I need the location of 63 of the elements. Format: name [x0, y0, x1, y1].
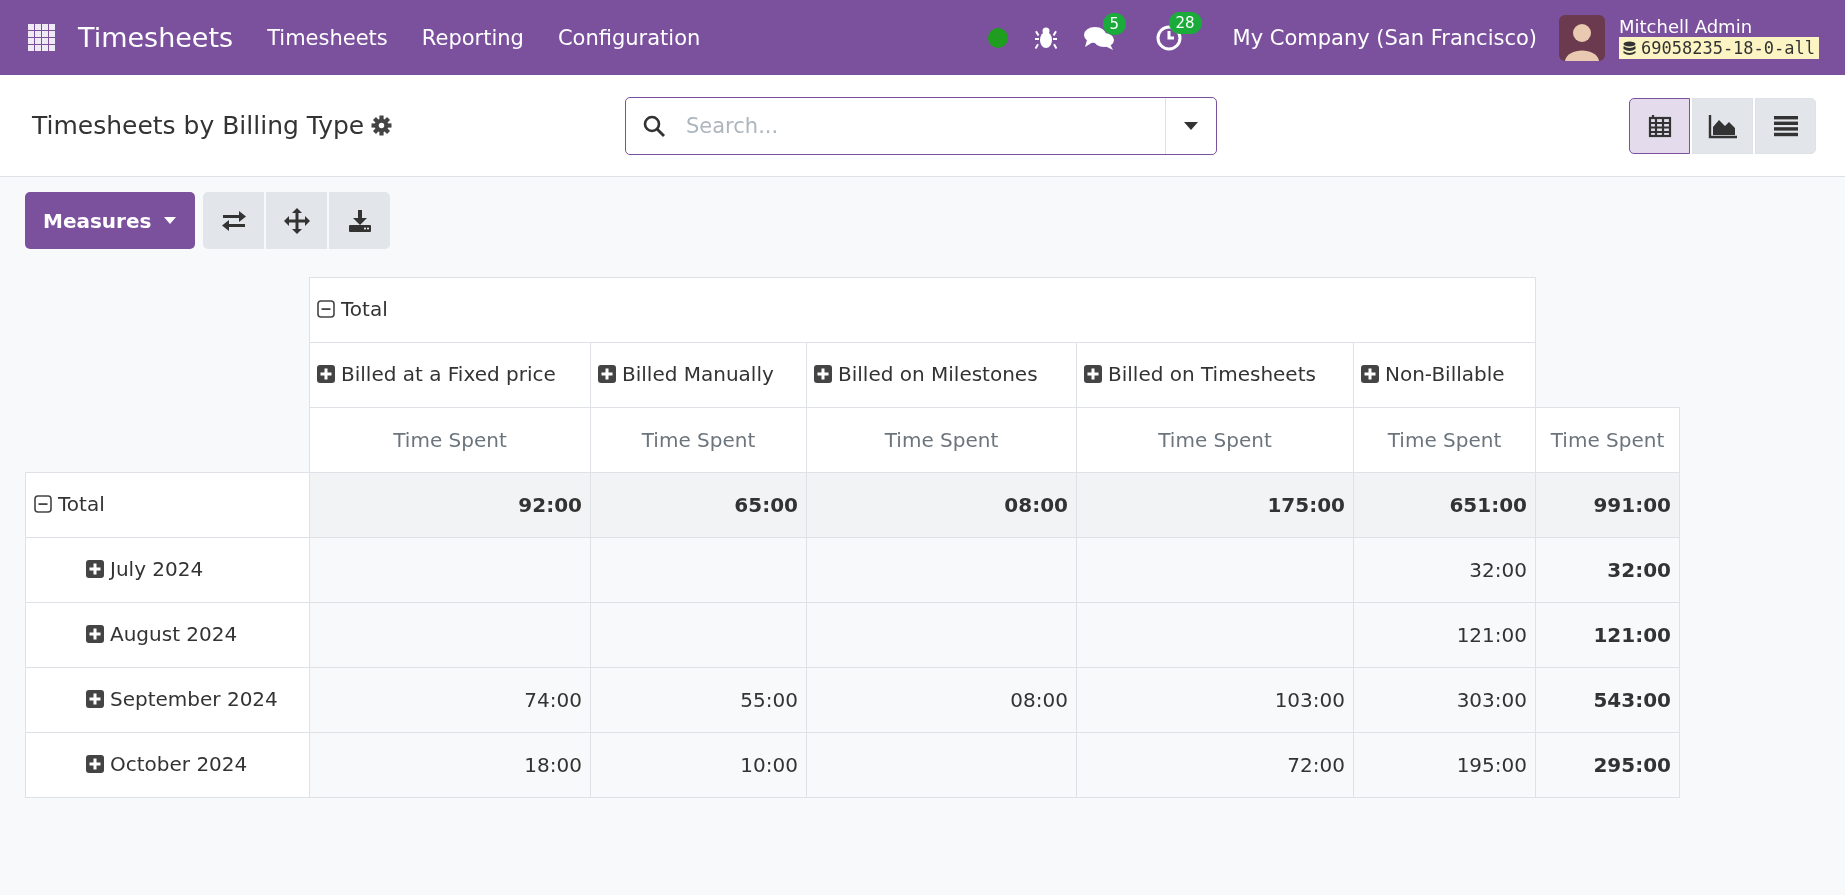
swap-arrows-icon — [220, 209, 247, 232]
table-cell: 543:00 — [1593, 688, 1671, 712]
user-name[interactable]: Mitchell Admin — [1619, 16, 1819, 37]
table-cell: 295:00 — [1593, 753, 1671, 777]
bug-icon[interactable] — [1034, 25, 1057, 50]
pivot-view-button[interactable] — [1629, 97, 1690, 154]
row-header[interactable]: July 2024 — [86, 557, 204, 581]
table-cell: 72:00 — [1287, 753, 1345, 777]
table-cell: 18:00 — [524, 753, 582, 777]
flip-axis-button[interactable] — [203, 192, 265, 249]
table-cell: 32:00 — [1469, 558, 1527, 582]
area-chart-icon — [1707, 112, 1738, 139]
table-cell: 175:00 — [1267, 493, 1345, 517]
table-cell: 74:00 — [524, 688, 582, 712]
status-dot-icon — [986, 26, 1009, 49]
page-title: Timesheets by Billing Type — [32, 111, 365, 140]
graph-view-button[interactable] — [1692, 97, 1753, 154]
activity-count-badge: 28 — [1168, 11, 1202, 34]
measure-header[interactable]: Time Spent — [884, 428, 999, 452]
apps-menu-icon[interactable] — [28, 23, 56, 52]
column-header[interactable]: Total — [317, 297, 388, 321]
table-cell: 92:00 — [518, 493, 582, 517]
measure-header[interactable]: Time Spent — [1158, 428, 1272, 452]
row-header[interactable]: Total — [34, 492, 105, 516]
table-cell: 121:00 — [1593, 623, 1671, 647]
table-cell: 55:00 — [740, 688, 798, 712]
measure-header[interactable]: Time Spent — [393, 428, 507, 452]
message-count-badge: 5 — [1102, 12, 1127, 35]
menu-item[interactable]: Timesheets — [267, 25, 388, 50]
table-cell: 121:00 — [1456, 623, 1527, 647]
caret-icon — [1183, 120, 1199, 131]
measure-header[interactable]: Time Spent — [641, 428, 756, 452]
table-cell: 08:00 — [1010, 688, 1068, 712]
database-icon — [1623, 40, 1636, 56]
list-view-button[interactable] — [1755, 97, 1816, 154]
search-field[interactable]: Search... — [625, 96, 1217, 155]
table-grid-icon — [1646, 112, 1673, 139]
search-icon — [642, 113, 666, 138]
table-cell: 651:00 — [1449, 493, 1527, 517]
download-icon — [347, 208, 372, 233]
four-arrows-icon — [283, 207, 310, 234]
table-cell: 195:00 — [1456, 753, 1527, 777]
list-icon — [1772, 114, 1799, 137]
avatar-icon[interactable] — [1559, 14, 1605, 61]
table-cell: 10:00 — [740, 753, 798, 777]
download-button[interactable] — [329, 192, 391, 249]
table-cell: 103:00 — [1274, 688, 1345, 712]
company-switcher[interactable]: My Company (San Francisco) — [1232, 25, 1537, 50]
table-cell: 991:00 — [1593, 493, 1671, 517]
row-header[interactable]: August 2024 — [86, 622, 238, 646]
caret-icon — [163, 216, 178, 225]
search-input[interactable]: Search... — [684, 112, 1165, 139]
app-name[interactable]: Timesheets — [78, 22, 234, 53]
database-name: 69058235-18-0-all — [1619, 37, 1819, 59]
settings-icon[interactable] — [371, 115, 393, 136]
table-cell: 303:00 — [1456, 688, 1527, 712]
measures-dropdown-button[interactable]: Measures — [25, 192, 196, 249]
expand-all-button[interactable] — [266, 192, 328, 249]
table-cell: 65:00 — [734, 493, 798, 517]
menu-item[interactable]: Reporting — [421, 25, 524, 50]
menu-item[interactable]: Configuration — [557, 25, 701, 50]
table-cell: 32:00 — [1607, 558, 1671, 582]
table-cell: 08:00 — [1004, 493, 1068, 517]
